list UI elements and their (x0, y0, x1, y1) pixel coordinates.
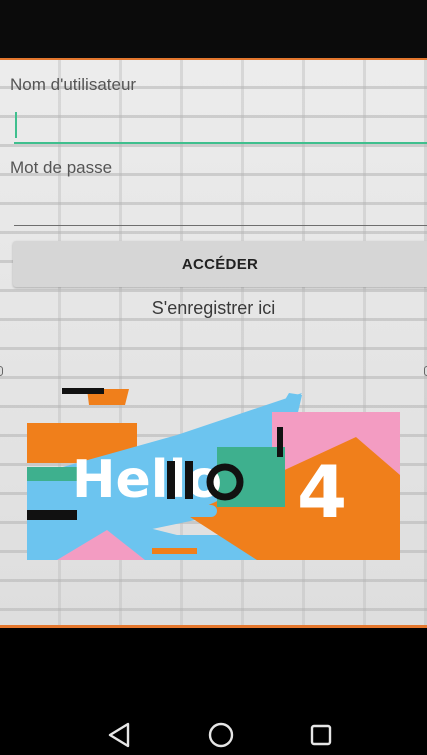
logo-black-bar-left (27, 510, 77, 520)
logo-number-text: 4 (297, 450, 347, 534)
register-link[interactable]: S'enregistrer ici (0, 298, 427, 319)
access-button[interactable]: ACCÉDER (13, 241, 427, 287)
navigation-bar (0, 628, 427, 755)
status-bar (0, 0, 427, 58)
logo-hello-text: Hello (72, 450, 222, 510)
login-screen: Nom d'utilisateur Mot de passe ACCÉDER S… (0, 58, 427, 628)
username-input[interactable] (14, 108, 427, 142)
logo-black-bar-right (277, 427, 283, 457)
password-underline (14, 225, 427, 226)
back-triangle-icon[interactable] (105, 720, 135, 750)
text-cursor (15, 112, 17, 138)
logo-black-l1 (167, 461, 175, 499)
recents-square-icon[interactable] (306, 720, 336, 750)
hello-logo: Hello 4 (27, 388, 400, 560)
logo-black-bar-top (62, 388, 104, 394)
logo-orange-dash (152, 548, 197, 554)
logo-black-l2 (185, 461, 193, 499)
home-circle-icon[interactable] (206, 720, 236, 750)
password-label: Mot de passe (10, 158, 113, 177)
username-label: Nom d'utilisateur (10, 75, 137, 94)
logo-blue-dash (177, 505, 217, 517)
scroll-handle-left (0, 366, 3, 376)
username-underline (14, 142, 427, 144)
password-input[interactable] (14, 191, 427, 225)
